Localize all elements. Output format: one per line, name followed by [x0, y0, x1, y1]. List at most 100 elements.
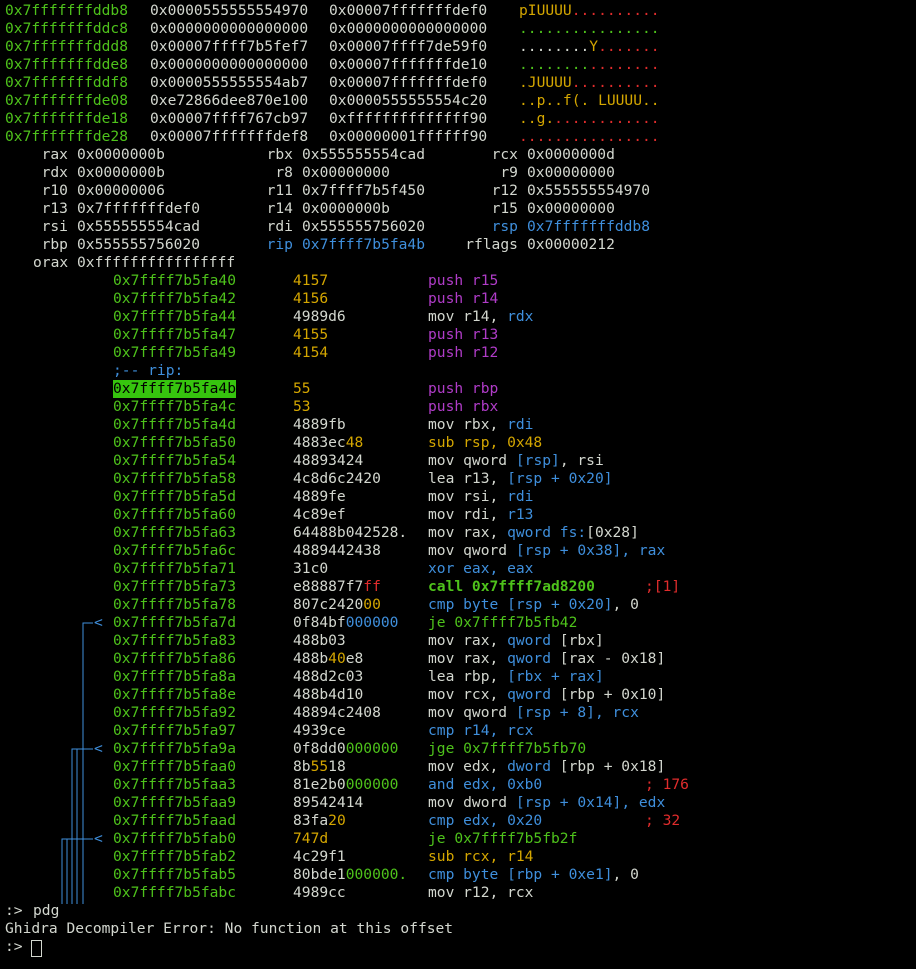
hexdump-ascii: .JUUUU.......... — [519, 74, 660, 92]
instruction-bytes: 83fa20 — [293, 812, 346, 830]
bytes-seg: 20 — [328, 812, 346, 829]
jump-arrow-line — [82, 622, 93, 904]
instruction-seg: mov qword — [428, 704, 516, 721]
hexdump-ascii-seg: pIUUUU — [519, 2, 572, 19]
bytes-seg: 4883ec — [293, 434, 346, 451]
instruction-seg: , rsi — [559, 452, 604, 469]
bytes-seg: 0f84bf — [293, 614, 346, 631]
instruction-address: 0x7ffff7b5fa44 — [113, 308, 237, 325]
instruction-text: mov rax, qword [rax - 0x18] — [428, 650, 665, 668]
comment-seg: ; 32 — [645, 812, 681, 829]
instruction-seg: qword fs: — [507, 524, 587, 541]
instruction-seg: [rsp + 8] — [515, 704, 595, 721]
hexdump-ascii-seg: .JUUUU — [519, 74, 572, 91]
instruction-address: 0x7ffff7b5fa54 — [113, 452, 237, 469]
instruction-text: mov edx, dword [rbp + 0x18] — [428, 758, 665, 776]
instruction-text: mov rsi, rdi — [428, 488, 533, 506]
instruction-text: mov rdi, r13 — [428, 506, 533, 524]
instruction-bytes: 488b4d10 — [293, 686, 363, 704]
instruction-seg: [rsp + 0x38] — [515, 542, 622, 559]
instruction-seg: push r14 — [428, 290, 499, 307]
instruction-address: 0x7ffff7b5fa50 — [113, 434, 237, 451]
instruction-text: je 0x7ffff7b5fb42 — [428, 614, 577, 632]
instruction-address: 0x7ffff7b5fa8e — [113, 686, 237, 703]
bytes-seg: 4157 — [293, 272, 329, 289]
console-input-cursor[interactable] — [31, 940, 42, 957]
hexdump-ascii: ........Y....... — [519, 38, 660, 56]
hexdump-ascii-seg: ........ — [519, 38, 590, 55]
instruction-text: sub rcx, r14 — [428, 848, 533, 866]
instruction-seg: , edx — [621, 794, 666, 811]
instruction-bytes: 4889fe — [293, 488, 346, 506]
instruction-text: cmp edx, 0x20 — [428, 812, 542, 830]
hexdump-ascii: ..p..f(. LUUUU.. — [519, 92, 660, 110]
instruction-seg: cmp r14, rcx — [428, 722, 534, 739]
bytes-seg: 55 — [293, 380, 311, 397]
bytes-seg: 4c29f1 — [293, 848, 346, 865]
instruction-seg: mov r14, — [428, 308, 508, 325]
hexdump-qword: 0x00007fffffffdef0 — [329, 74, 488, 91]
register-name: rbp — [41, 236, 68, 253]
hexdump-ascii-seg: ........ — [589, 56, 660, 73]
instruction-address: 0x7ffff7b5fa8a — [113, 668, 237, 685]
instruction-bytes: 48893424 — [293, 452, 363, 470]
instruction-seg: push r12 — [428, 344, 499, 361]
instruction-seg: [rbx] — [559, 632, 604, 649]
bytes-seg: e88887f7 — [293, 578, 364, 595]
hexdump-row: 0x7fffffffddb8 0x0000555555554970 0x00007f… — [0, 2, 916, 20]
instruction-bytes: 4883ec48 — [293, 434, 363, 452]
instruction-address: 0x7ffff7b5fa4c — [113, 398, 237, 415]
instruction-text: push r13 — [428, 326, 498, 344]
instruction-seg: [rax - 0x18] — [559, 650, 666, 667]
instruction-bytes: 0f8dd0000000 — [293, 740, 398, 758]
instruction-seg: push r15 — [428, 272, 499, 289]
instruction-seg: jge 0x7ffff7b5fb70 — [428, 740, 587, 757]
bytes-seg: 488b — [293, 650, 329, 667]
register-name: r8 — [275, 164, 293, 181]
bytes-seg: 0f8dd0 — [293, 740, 346, 757]
instruction-bytes: 4c29f1 — [293, 848, 346, 866]
instruction-text: mov rax, qword [rbx] — [428, 632, 604, 650]
jump-arrowhead: < — [94, 614, 103, 631]
instruction-bytes: 488b40e8 — [293, 650, 363, 668]
comment-seg: ;[1] — [645, 578, 681, 595]
register-value: 0x0000000d — [527, 146, 615, 163]
bytes-seg: 00 — [363, 596, 381, 613]
instruction-bytes: 64488b042528. — [293, 524, 407, 542]
jump-arrow-line — [71, 748, 93, 904]
instruction-bytes: 81e2b0000000 — [293, 776, 398, 794]
instruction-seg: , rax — [621, 542, 666, 559]
instruction-address: 0x7ffff7b5faad — [113, 812, 237, 829]
instruction-text: push r14 — [428, 290, 498, 308]
hexdump-address: 0x7fffffffddc8 — [5, 20, 129, 37]
instruction-seg: [rsp + 0x14] — [515, 794, 622, 811]
hexdump-row: 0x7fffffffde08 0xe72866dee870e100 0x000055… — [0, 92, 916, 110]
instruction-text: cmp r14, rcx — [428, 722, 533, 740]
instruction-seg: rdi — [507, 416, 534, 433]
instruction-seg: [rsp] — [515, 452, 560, 469]
register-name: r10 — [41, 182, 68, 199]
register-value: 0x7fffffffddb8 — [527, 218, 651, 235]
register-name: rsi — [41, 218, 68, 235]
instruction-seg: and edx, 0xb0 — [428, 776, 543, 793]
instruction-text: sub rsp, 0x48 — [428, 434, 542, 452]
instruction-seg: qword — [507, 632, 560, 649]
instruction-address: 0x7ffff7b5fab0 — [113, 830, 237, 847]
instruction-bytes: 89542414 — [293, 794, 363, 812]
instruction-seg: , 0 — [612, 596, 639, 613]
bytes-seg: e8 — [345, 650, 364, 667]
register-value: 0x7fffffffdef0 — [77, 200, 201, 217]
register-name: r12 — [491, 182, 518, 199]
hexdump-qword: 0xffffffffffffff90 — [329, 110, 488, 127]
instruction-address: 0x7ffff7b5fa49 — [113, 344, 237, 361]
register-name: rsp — [491, 218, 518, 235]
instruction-bytes: 4889442438 — [293, 542, 381, 560]
bytes-seg: 4989cc — [293, 884, 346, 901]
instruction-text: mov rcx, qword [rbp + 0x10] — [428, 686, 665, 704]
instruction-text: mov rbx, rdi — [428, 416, 533, 434]
instruction-address: 0x7ffff7b5faa0 — [113, 758, 237, 775]
register-value: 0x00000000 — [302, 164, 390, 181]
bytes-seg: 8b — [293, 758, 311, 775]
instruction-seg: qword — [507, 686, 560, 703]
instruction-seg: je 0x7ffff7b5fb42 — [428, 614, 578, 631]
